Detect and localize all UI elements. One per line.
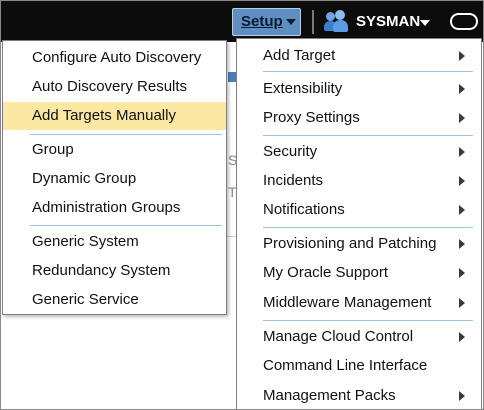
chevron-right-icon (459, 84, 465, 94)
menu-item-label: Middleware Management (263, 294, 432, 311)
chevron-right-icon (459, 176, 465, 186)
menu-item-configure-auto-discovery[interactable]: Configure Auto Discovery (3, 44, 226, 72)
menu-divider (30, 225, 222, 226)
header-separator (312, 10, 314, 34)
menu-item-notifications[interactable]: Notifications (237, 196, 481, 224)
chevron-right-icon (459, 113, 465, 123)
menu-divider (263, 227, 473, 228)
chevron-right-icon (459, 51, 465, 61)
chevron-right-icon (459, 147, 465, 157)
menu-item-proxy-settings[interactable]: Proxy Settings (237, 104, 481, 132)
menu-item-label: Incidents (263, 172, 324, 189)
oval-icon[interactable] (450, 13, 478, 30)
top-header-bar: Setup SYSMAN (0, 0, 484, 42)
setup-label: Setup (241, 13, 283, 30)
menu-item-generic-service[interactable]: Generic Service (3, 286, 226, 314)
chevron-right-icon (459, 391, 465, 401)
chevron-right-icon (459, 205, 465, 215)
users-icon (324, 10, 348, 32)
menu-item-security[interactable]: Security (237, 138, 481, 166)
menu-item-extensibility[interactable]: Extensibility (237, 75, 481, 103)
menu-item-add-targets-manually[interactable]: Add Targets Manually (3, 102, 226, 130)
background-divider (228, 72, 236, 82)
menu-item-management-packs[interactable]: Management Packs (237, 382, 481, 410)
setup-dropdown-menu: Add Target Extensibility Proxy Settings … (236, 38, 482, 410)
chevron-down-icon (286, 19, 296, 25)
menu-item-my-oracle-support[interactable]: My Oracle Support (237, 259, 481, 287)
menu-item-administration-groups[interactable]: Administration Groups (3, 194, 226, 222)
menu-item-redundancy-system[interactable]: Redundancy System (3, 257, 226, 285)
menu-item-label: Notifications (263, 201, 345, 218)
menu-item-command-line-interface[interactable]: Command Line Interface (237, 352, 481, 380)
menu-divider (263, 71, 473, 72)
user-name: SYSMAN (356, 13, 421, 30)
background-divider (227, 236, 236, 237)
setup-menu-button[interactable]: Setup (232, 8, 301, 36)
chevron-down-icon (420, 20, 430, 26)
chevron-right-icon (459, 298, 465, 308)
menu-item-provisioning-and-patching[interactable]: Provisioning and Patching (237, 230, 481, 258)
menu-item-middleware-management[interactable]: Middleware Management (237, 289, 481, 317)
menu-item-generic-system[interactable]: Generic System (3, 228, 226, 256)
menu-item-group[interactable]: Group (3, 136, 226, 164)
menu-item-label: My Oracle Support (263, 264, 389, 281)
menu-item-add-target[interactable]: Add Target (237, 42, 481, 70)
menu-item-auto-discovery-results[interactable]: Auto Discovery Results (3, 73, 226, 101)
menu-item-dynamic-group[interactable]: Dynamic Group (3, 165, 226, 193)
menu-divider (263, 320, 473, 321)
menu-item-manage-cloud-control[interactable]: Manage Cloud Control (237, 323, 481, 351)
menu-item-label: Security (263, 143, 318, 160)
chevron-right-icon (459, 268, 465, 278)
menu-divider (263, 135, 473, 136)
menu-item-label: Command Line Interface (263, 357, 428, 374)
chevron-right-icon (459, 239, 465, 249)
chevron-right-icon (459, 332, 465, 342)
menu-item-incidents[interactable]: Incidents (237, 167, 481, 195)
menu-divider (30, 134, 222, 135)
menu-item-label: Management Packs (263, 387, 396, 404)
menu-item-label: Proxy Settings (263, 109, 360, 126)
menu-item-label: Manage Cloud Control (263, 328, 414, 345)
menu-item-label: Extensibility (263, 80, 343, 97)
menu-item-label: Add Target (263, 47, 336, 64)
menu-item-label: Provisioning and Patching (263, 235, 437, 252)
add-target-submenu: Configure Auto Discovery Auto Discovery … (2, 40, 227, 315)
